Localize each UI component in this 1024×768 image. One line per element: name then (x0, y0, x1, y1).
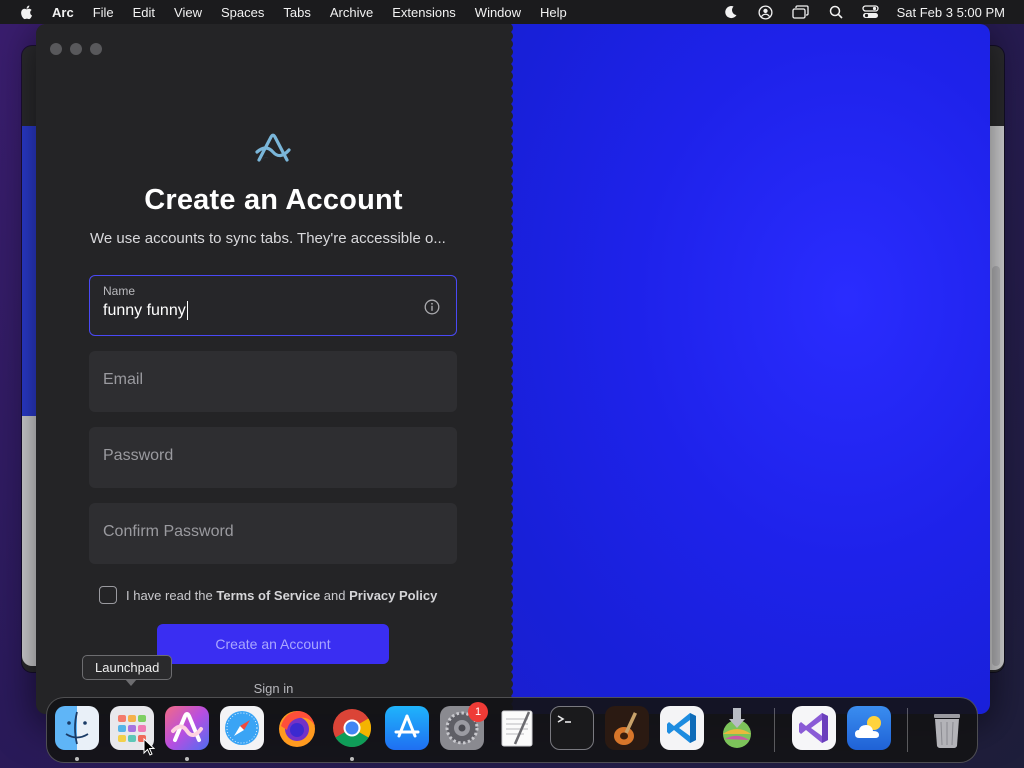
background-window-scrollbar-thumb[interactable] (992, 266, 1000, 666)
menu-archive[interactable]: Archive (330, 5, 373, 20)
menu-file[interactable]: File (93, 5, 114, 20)
name-field[interactable]: Name funny funny (89, 275, 457, 336)
vscode-icon[interactable] (660, 706, 704, 750)
email-placeholder: Email (103, 371, 144, 388)
menu-extensions[interactable]: Extensions (392, 5, 456, 20)
password-placeholder: Password (103, 447, 174, 464)
control-center-icon[interactable] (862, 4, 880, 20)
create-account-button[interactable]: Create an Account (157, 624, 389, 664)
name-field-value[interactable]: funny funny (103, 301, 189, 320)
menu-tabs[interactable]: Tabs (283, 5, 310, 20)
page-title: Create an Account (144, 184, 403, 216)
terms-prefix: I have read the (126, 587, 213, 603)
menubar-clock[interactable]: Sat Feb 3 5:00 PM (897, 5, 1005, 20)
installer-icon[interactable] (715, 706, 759, 750)
chrome-icon[interactable] (330, 706, 374, 750)
email-field[interactable]: Email (89, 351, 457, 412)
confirm-password-field[interactable]: Confirm Password (89, 503, 457, 564)
name-field-label: Name (103, 284, 136, 298)
zoom-window-button[interactable] (90, 43, 102, 55)
window-controls (50, 43, 110, 55)
user-circle-icon[interactable] (757, 4, 775, 20)
background-window-edge-lower (22, 416, 36, 666)
app-store-icon[interactable] (385, 706, 429, 750)
garageband-icon[interactable] (605, 706, 649, 750)
menu-window[interactable]: Window (475, 5, 521, 20)
arc-icon[interactable] (165, 706, 209, 750)
password-field[interactable]: Password (89, 427, 457, 488)
close-window-button[interactable] (50, 43, 62, 55)
visual-studio-icon[interactable] (792, 706, 836, 750)
status-area: Sat Feb 3 5:00 PM (705, 0, 1005, 24)
moon-icon[interactable] (722, 4, 740, 20)
confirm-password-placeholder: Confirm Password (103, 523, 234, 540)
mouse-cursor-icon (143, 738, 155, 756)
tooltip-arrow (125, 679, 137, 686)
launchpad-tooltip: Launchpad (82, 655, 173, 680)
weather-icon[interactable] (847, 706, 891, 750)
menu-bar: Arc File Edit View Spaces Tabs Archive E… (0, 0, 1024, 24)
dock (46, 697, 978, 763)
apple-menu-icon[interactable] (19, 4, 35, 20)
trash-icon[interactable] (925, 706, 969, 750)
firefox-icon[interactable] (275, 706, 319, 750)
blue-hero-panel (511, 24, 990, 714)
arc-running-dot (185, 757, 189, 761)
search-icon[interactable] (827, 4, 845, 20)
safari-icon[interactable] (220, 706, 264, 750)
dock-separator-trash (907, 708, 908, 752)
minimize-window-button[interactable] (70, 43, 82, 55)
menu-edit[interactable]: Edit (133, 5, 155, 20)
wavy-divider (505, 24, 513, 714)
settings-notification-badge: 1 (468, 702, 488, 722)
finder-running-dot (75, 757, 79, 761)
chrome-running-dot (350, 757, 354, 761)
page-subtitle: We use accounts to sync tabs. They're ac… (90, 230, 446, 247)
text-caret (186, 301, 189, 320)
screens-icon[interactable] (792, 4, 810, 20)
signup-panel: Create an Account We use accounts to syn… (36, 24, 511, 714)
info-icon[interactable] (424, 299, 440, 315)
privacy-policy-link[interactable]: Privacy Policy (349, 588, 437, 603)
terms-and: and (323, 587, 346, 603)
arc-onboarding-window: Create an Account We use accounts to syn… (36, 24, 990, 714)
terminal-icon[interactable] (550, 706, 594, 750)
background-window-edge (22, 126, 36, 416)
menu-spaces[interactable]: Spaces (221, 5, 264, 20)
terms-of-service-link[interactable]: Terms of Service (216, 588, 320, 603)
textedit-icon[interactable] (495, 706, 539, 750)
menu-view[interactable]: View (174, 5, 202, 20)
finder-icon[interactable] (55, 706, 99, 750)
name-field-text: funny funny (103, 301, 186, 319)
menu-app-name[interactable]: Arc (52, 5, 74, 20)
terms-checkbox[interactable] (99, 586, 117, 604)
sign-in-link[interactable]: Sign in (36, 681, 511, 696)
menu-help[interactable]: Help (540, 5, 567, 20)
terms-row: I have read the Terms of Service and Pri… (99, 586, 437, 604)
arc-logo-icon (255, 133, 291, 162)
dock-separator (774, 708, 775, 752)
